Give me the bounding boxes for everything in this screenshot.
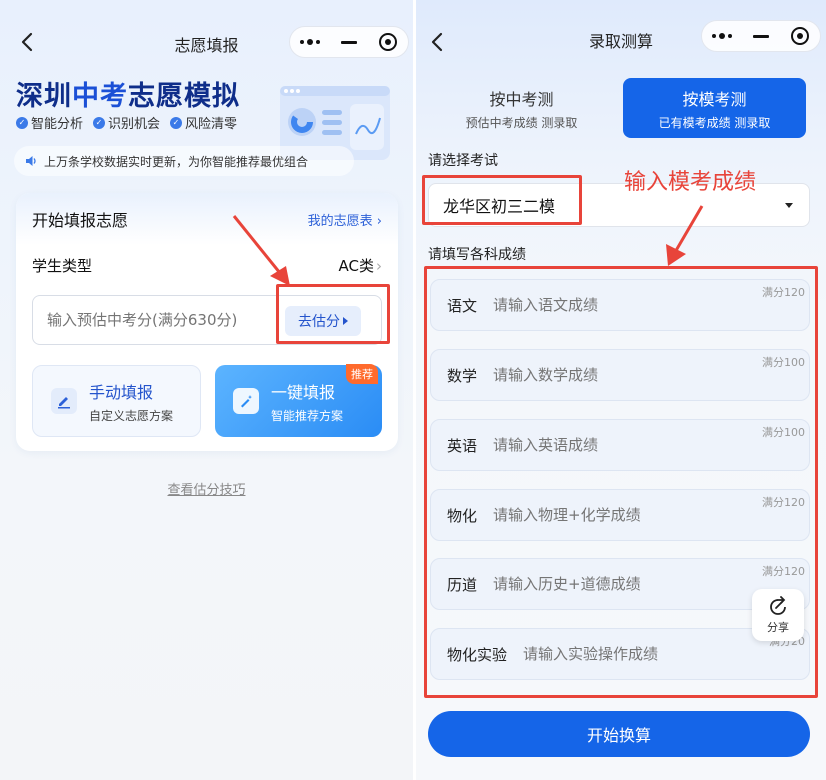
minimize-button[interactable] bbox=[331, 27, 367, 57]
check-badge-icon: ✓ bbox=[16, 116, 28, 129]
one-click-fill-title: 一键填报 bbox=[271, 382, 336, 402]
english-score-input[interactable] bbox=[493, 436, 714, 454]
lab-score-input[interactable] bbox=[523, 645, 744, 663]
notice-bar: 上万条学校数据实时更新，为你智能推荐最优组合 bbox=[14, 146, 354, 176]
play-triangle-icon bbox=[343, 317, 348, 325]
feature-item: ✓ 风险清零 bbox=[170, 113, 237, 132]
target-icon bbox=[791, 27, 810, 45]
one-click-fill-button[interactable]: 一键填报 智能推荐方案 推荐 bbox=[215, 364, 382, 437]
dropdown-triangle-icon bbox=[785, 202, 793, 208]
tab-by-mock-exam[interactable]: 按模考测 已有模考成绩 测录取 bbox=[623, 78, 806, 138]
target-icon bbox=[379, 33, 398, 51]
fill-volunteer-card: 开始填报志愿 我的志愿表 › 学生类型 AC类› 去估分 手动填报 自定义志愿方… bbox=[16, 193, 398, 451]
more-dots-icon bbox=[711, 33, 732, 39]
card-title: 开始填报志愿 bbox=[32, 211, 129, 230]
chinese-score-input[interactable] bbox=[493, 296, 714, 314]
chevron-right-icon: › bbox=[376, 256, 382, 275]
estimated-score-field[interactable]: 去估分 bbox=[32, 295, 382, 345]
start-calculation-button[interactable]: 开始换算 bbox=[428, 711, 810, 757]
card-header: 开始填报志愿 我的志愿表 › bbox=[16, 193, 398, 245]
more-button[interactable] bbox=[292, 27, 328, 57]
close-miniprogram-button[interactable] bbox=[370, 27, 406, 57]
estimated-score-input[interactable] bbox=[47, 311, 267, 329]
math-score-input[interactable] bbox=[493, 366, 714, 384]
student-type-label: 学生类型 bbox=[32, 256, 93, 275]
estimate-tips-link[interactable]: 查看估分技巧 bbox=[0, 479, 413, 498]
share-icon bbox=[770, 595, 786, 615]
tab-by-zhongkao[interactable]: 按中考测 预估中考成绩 测录取 bbox=[430, 78, 613, 138]
nav-bar: 志愿填报 bbox=[0, 0, 413, 84]
subject-row-chinese[interactable]: 语文 满分120 bbox=[430, 279, 810, 331]
close-miniprogram-button[interactable] bbox=[782, 21, 818, 51]
manual-fill-subtitle: 自定义志愿方案 bbox=[89, 408, 174, 423]
recommend-badge: 推荐 bbox=[346, 364, 378, 384]
subjects-label: 请填写各科成绩 bbox=[428, 247, 526, 263]
minimize-button[interactable] bbox=[743, 21, 779, 51]
right-screen: 录取测算 按中考测 预估中考成绩 测录取 按模考测 已有模考成绩 测录取 请选择… bbox=[416, 0, 826, 780]
miniprogram-capsule bbox=[701, 20, 821, 52]
check-badge-icon: ✓ bbox=[170, 116, 183, 129]
subject-row-math[interactable]: 数学 满分100 bbox=[430, 349, 810, 401]
more-dots-icon bbox=[299, 39, 320, 45]
magic-pen-icon bbox=[233, 388, 259, 414]
exam-select-value: 龙华区初三二模 bbox=[443, 197, 556, 216]
estimate-score-button[interactable]: 去估分 bbox=[285, 306, 361, 336]
student-type-value[interactable]: AC类 › bbox=[339, 255, 382, 276]
check-badge-icon: ✓ bbox=[93, 116, 106, 129]
feature-list: ✓ 智能分析 ✓ 识别机会 ✓ 风险清零 bbox=[16, 113, 237, 132]
speaker-icon bbox=[26, 156, 36, 166]
my-volunteer-table-link[interactable]: 我的志愿表 › bbox=[308, 210, 382, 229]
hero-title: 深圳中考志愿模拟 bbox=[16, 81, 240, 112]
exam-select-label: 请选择考试 bbox=[428, 153, 498, 169]
left-screen: 志愿填报 深圳中考志愿模拟 ✓ 智能分析 ✓ 识别机会 ✓ 风险清零 上万条学校数据实… bbox=[0, 0, 413, 780]
nav-bar: 录取测算 bbox=[416, 0, 826, 84]
physics-chemistry-score-input[interactable] bbox=[493, 506, 714, 524]
one-click-fill-subtitle: 智能推荐方案 bbox=[271, 408, 344, 423]
exam-select[interactable]: 龙华区初三二模 bbox=[428, 183, 810, 227]
share-label: 分享 bbox=[767, 620, 789, 634]
student-type-row[interactable]: 学生类型 AC类 › bbox=[16, 245, 398, 285]
notice-text: 上万条学校数据实时更新，为你智能推荐最优组合 bbox=[44, 154, 309, 169]
feature-item: ✓ 智能分析 bbox=[16, 113, 83, 132]
minimize-icon bbox=[752, 34, 769, 38]
minimize-icon bbox=[340, 40, 357, 44]
fill-mode-buttons: 手动填报 自定义志愿方案 一键填报 智能推荐方案 推荐 bbox=[32, 364, 382, 437]
manual-fill-button[interactable]: 手动填报 自定义志愿方案 bbox=[32, 365, 201, 437]
miniprogram-capsule bbox=[289, 26, 409, 58]
subject-row-physics-chemistry[interactable]: 物化 满分120 bbox=[430, 489, 810, 541]
feature-item: ✓ 识别机会 bbox=[93, 113, 160, 132]
manual-fill-title: 手动填报 bbox=[89, 382, 154, 402]
history-morality-score-input[interactable] bbox=[493, 575, 714, 593]
more-button[interactable] bbox=[704, 21, 740, 51]
mode-tabs: 按中考测 预估中考成绩 测录取 按模考测 已有模考成绩 测录取 bbox=[430, 78, 806, 138]
pencil-icon bbox=[51, 388, 77, 414]
subject-row-english[interactable]: 英语 满分100 bbox=[430, 419, 810, 471]
share-button[interactable]: 分享 bbox=[752, 589, 804, 641]
